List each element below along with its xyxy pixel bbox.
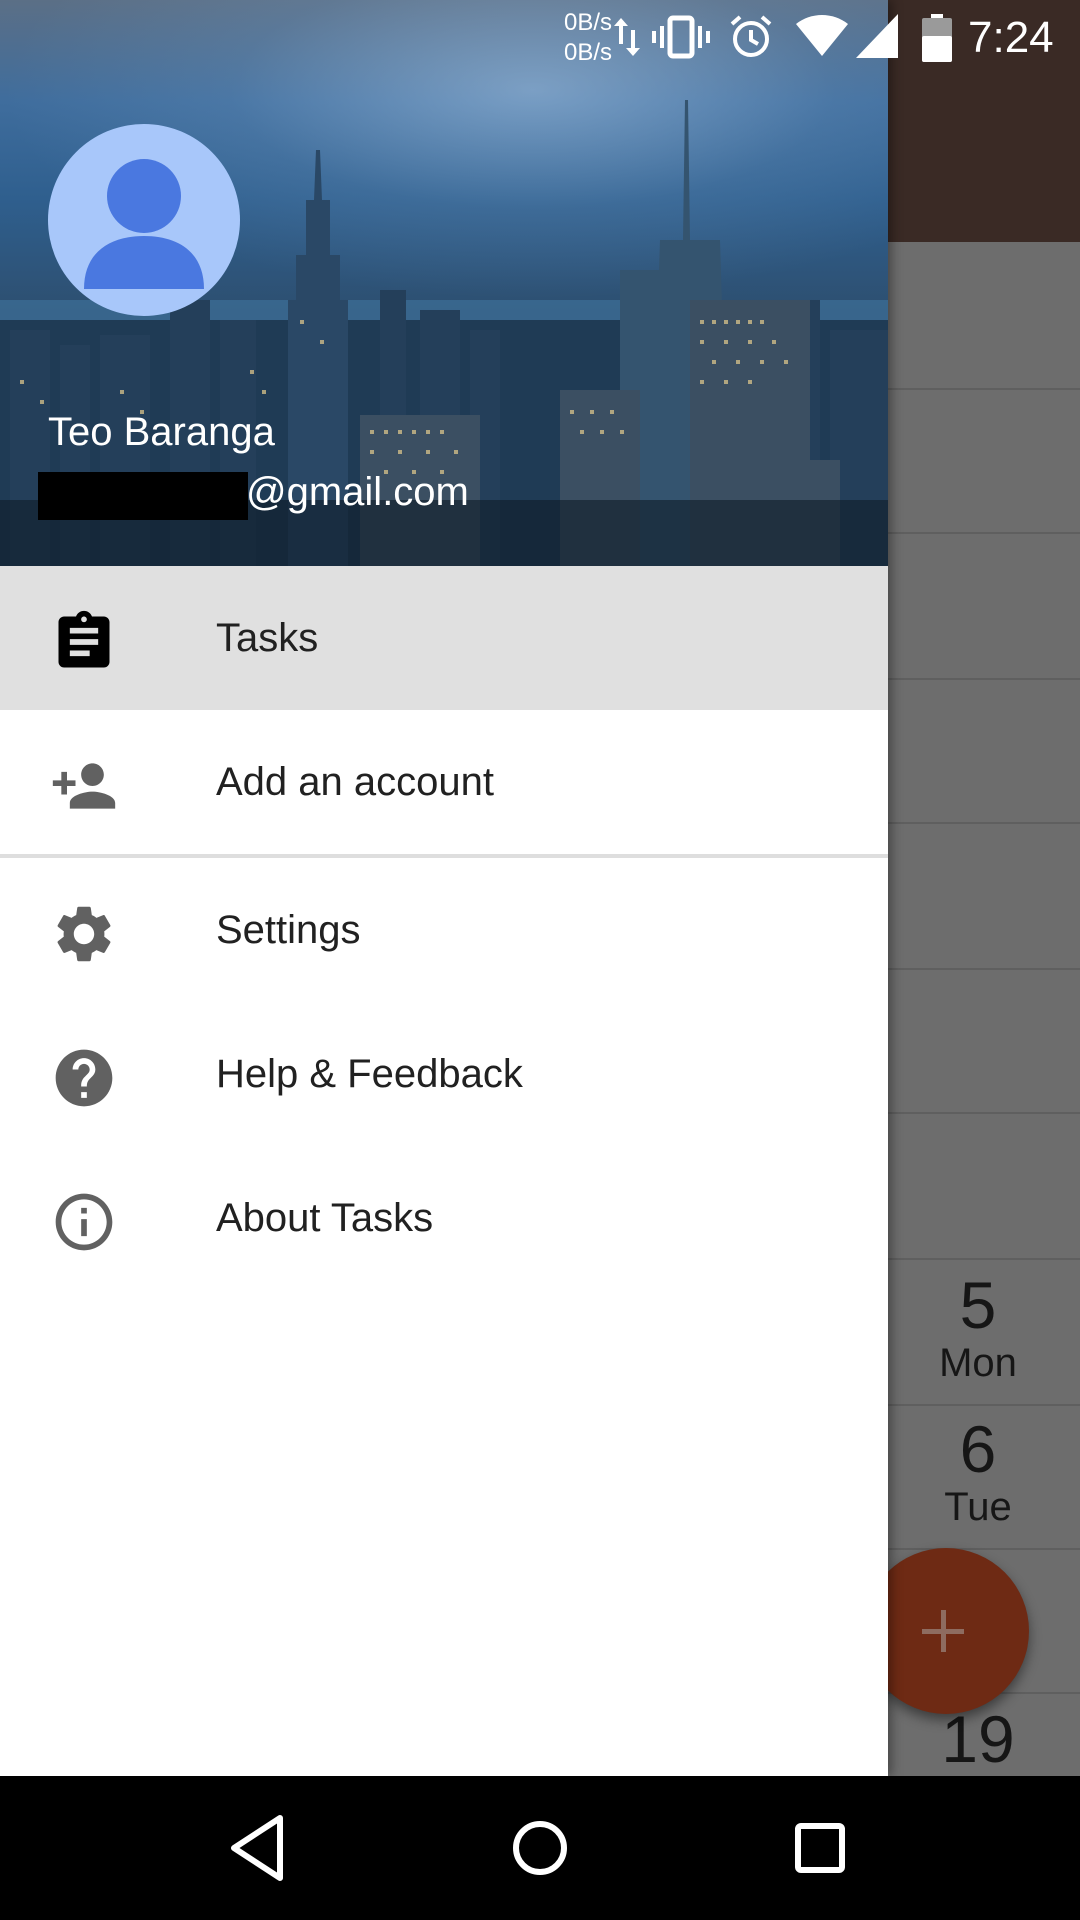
- system-nav-bar: [0, 1776, 1080, 1920]
- upload-speed: 0B/s: [563, 9, 612, 36]
- back-icon[interactable]: [220, 1808, 300, 1888]
- account-name: Teo Baranga: [48, 410, 275, 454]
- day-number: 6: [959, 1412, 997, 1486]
- background-row-divider: [888, 388, 1080, 390]
- person-icon: [84, 159, 204, 289]
- add-person-icon: [52, 763, 116, 809]
- wifi-icon: [796, 15, 848, 56]
- drawer-item-tasks[interactable]: Tasks: [0, 566, 888, 710]
- background-row-divider: [888, 1548, 1080, 1550]
- drawer-item-about[interactable]: About Tasks: [0, 1146, 888, 1290]
- drawer-menu: Tasks Add an account Settings Help & Fee…: [0, 566, 888, 1290]
- alarm-icon: [730, 15, 772, 57]
- drawer-item-label: Settings: [216, 908, 361, 952]
- background-row-divider: [888, 1258, 1080, 1260]
- day-of-week: Tue: [944, 1485, 1012, 1529]
- account-avatar[interactable]: [48, 124, 240, 316]
- background-row-divider: [888, 1404, 1080, 1406]
- gear-icon: [57, 906, 111, 962]
- drawer-item-label: Add an account: [216, 760, 494, 804]
- background-row-divider: [888, 1112, 1080, 1114]
- drawer-item-label: About Tasks: [216, 1196, 434, 1240]
- vibrate-icon: [652, 15, 710, 59]
- drawer-item-settings[interactable]: Settings: [0, 858, 888, 1002]
- day-number: 19: [941, 1702, 1015, 1776]
- day-of-week: Mon: [939, 1341, 1017, 1385]
- background-day-cell: 19: [888, 1704, 1068, 1774]
- drawer-item-label: Help & Feedback: [216, 1052, 523, 1096]
- background-row-divider: [888, 822, 1080, 824]
- background-row-divider: [888, 532, 1080, 534]
- redacted-email-block: [38, 472, 248, 520]
- recents-icon[interactable]: [780, 1808, 860, 1888]
- network-speed: 0B/s 0B/s: [542, 8, 612, 68]
- help-icon: [55, 1049, 113, 1107]
- clock: 7:24: [968, 13, 1054, 62]
- background-day-cell: 5 Mon: [888, 1270, 1068, 1386]
- status-bar: 0B/s 0B/s 7:24: [0, 0, 1080, 75]
- home-icon[interactable]: [500, 1808, 580, 1888]
- info-icon: [55, 1193, 113, 1251]
- day-number: 5: [959, 1268, 997, 1342]
- background-row-divider: [888, 678, 1080, 680]
- drawer-item-help-feedback[interactable]: Help & Feedback: [0, 1002, 888, 1146]
- drawer-item-add-account[interactable]: Add an account: [0, 710, 888, 854]
- data-transfer-icon: [614, 18, 640, 56]
- cell-signal-icon: [856, 14, 898, 58]
- drawer-header: Teo Baranga @gmail.com: [0, 0, 888, 566]
- background-row-divider: [888, 968, 1080, 970]
- drawer-item-label: Tasks: [216, 616, 319, 660]
- navigation-drawer: Teo Baranga @gmail.com Tasks Add an acco…: [0, 0, 888, 1776]
- download-speed: 0B/s: [563, 39, 612, 66]
- battery-icon: [922, 14, 952, 62]
- background-day-cell: 6 Tue: [888, 1414, 1068, 1530]
- clipboard-icon: [58, 610, 110, 668]
- account-email: @gmail.com: [246, 470, 469, 514]
